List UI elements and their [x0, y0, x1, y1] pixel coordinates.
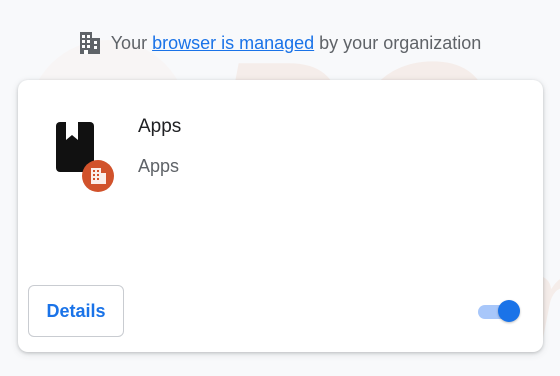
- extension-card: Apps Apps Details: [18, 80, 543, 352]
- toggle-knob: [498, 300, 520, 322]
- managed-link[interactable]: browser is managed: [152, 33, 314, 54]
- extension-description: Apps: [138, 156, 180, 176]
- managed-notice: Your browser is managed by your organiza…: [0, 28, 560, 58]
- managed-prefix: Your: [110, 32, 148, 53]
- enable-toggle[interactable]: [476, 300, 520, 324]
- managed-suffix: by your organization: [319, 32, 482, 53]
- building-icon: [79, 31, 101, 55]
- apps-bookmark-icon: [54, 118, 114, 196]
- details-button[interactable]: Details: [28, 285, 124, 337]
- extension-name: Apps: [138, 116, 182, 137]
- enterprise-badge-icon: [82, 160, 114, 192]
